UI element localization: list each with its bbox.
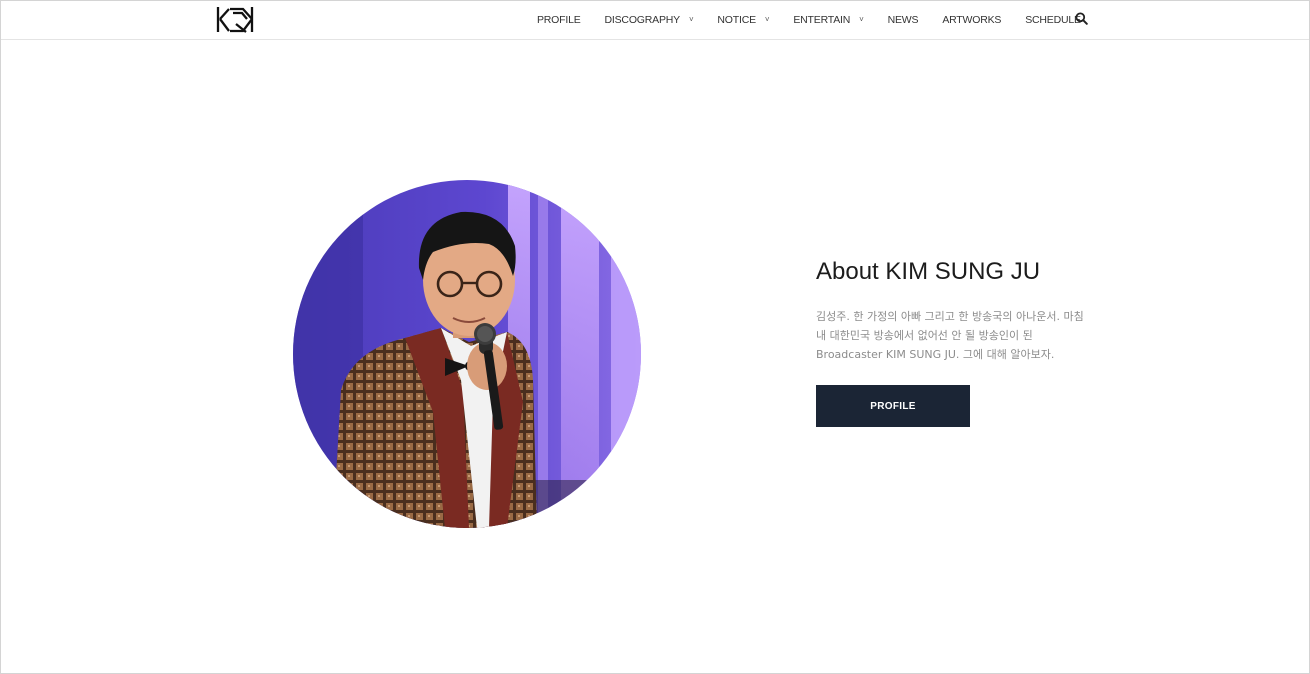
nav-item-profile[interactable]: PROFILE <box>537 14 581 26</box>
portrait-illustration <box>293 180 641 528</box>
nav-item-label: NEWS <box>887 14 919 26</box>
nav-item-entertain[interactable]: ENTERTAIN ˅ <box>793 14 863 26</box>
nav-item-discography[interactable]: DISCOGRAPHY ˅ <box>605 14 694 26</box>
nav-item-label: ARTWORKS <box>942 14 1002 26</box>
about-title: About KIM SUNG JU <box>816 258 1041 285</box>
nav-item-news[interactable]: NEWS <box>888 14 919 26</box>
nav-item-schedule[interactable]: SCHEDULE <box>1025 14 1081 26</box>
chevron-down-icon: ˅ <box>688 14 694 24</box>
profile-button[interactable]: PROFILE <box>816 385 970 427</box>
nav-item-label: NOTICE <box>717 14 756 26</box>
about-description-line: Broadcaster KIM SUNG JU. 그에 대해 알아보자. <box>816 348 1055 361</box>
about-description-line: 김성주. 한 가정의 아빠 그리고 한 방송국의 아나운서. 마침 <box>816 310 1084 323</box>
page-frame: PROFILE DISCOGRAPHY ˅ NOTICE ˅ ENTERTAIN… <box>0 0 1310 674</box>
chevron-down-icon: ˅ <box>859 14 864 24</box>
top-navigation-bar: PROFILE DISCOGRAPHY ˅ NOTICE ˅ ENTERTAIN… <box>1 1 1309 40</box>
main-nav: PROFILE DISCOGRAPHY ˅ NOTICE ˅ ENTERTAIN… <box>537 1 1081 39</box>
nav-item-label: ENTERTAIN <box>793 14 851 26</box>
about-description: 김성주. 한 가정의 아빠 그리고 한 방송국의 아나운서. 마침 내 대한민국… <box>816 307 1101 364</box>
nav-item-label: PROFILE <box>537 14 581 26</box>
nav-item-label: SCHEDULE <box>1025 14 1081 26</box>
profile-portrait-image <box>293 180 641 528</box>
nav-item-artworks[interactable]: ARTWORKS <box>942 14 1001 26</box>
about-description-line: 내 대한민국 방송에서 없어선 안 될 방송인이 된 <box>816 329 1033 342</box>
kim-sung-ju-logo-icon[interactable] <box>216 6 254 33</box>
chevron-down-icon: ˅ <box>764 14 770 24</box>
search-icon[interactable] <box>1075 12 1088 25</box>
nav-item-label: DISCOGRAPHY <box>604 14 681 26</box>
nav-item-notice[interactable]: NOTICE ˅ <box>717 14 769 26</box>
